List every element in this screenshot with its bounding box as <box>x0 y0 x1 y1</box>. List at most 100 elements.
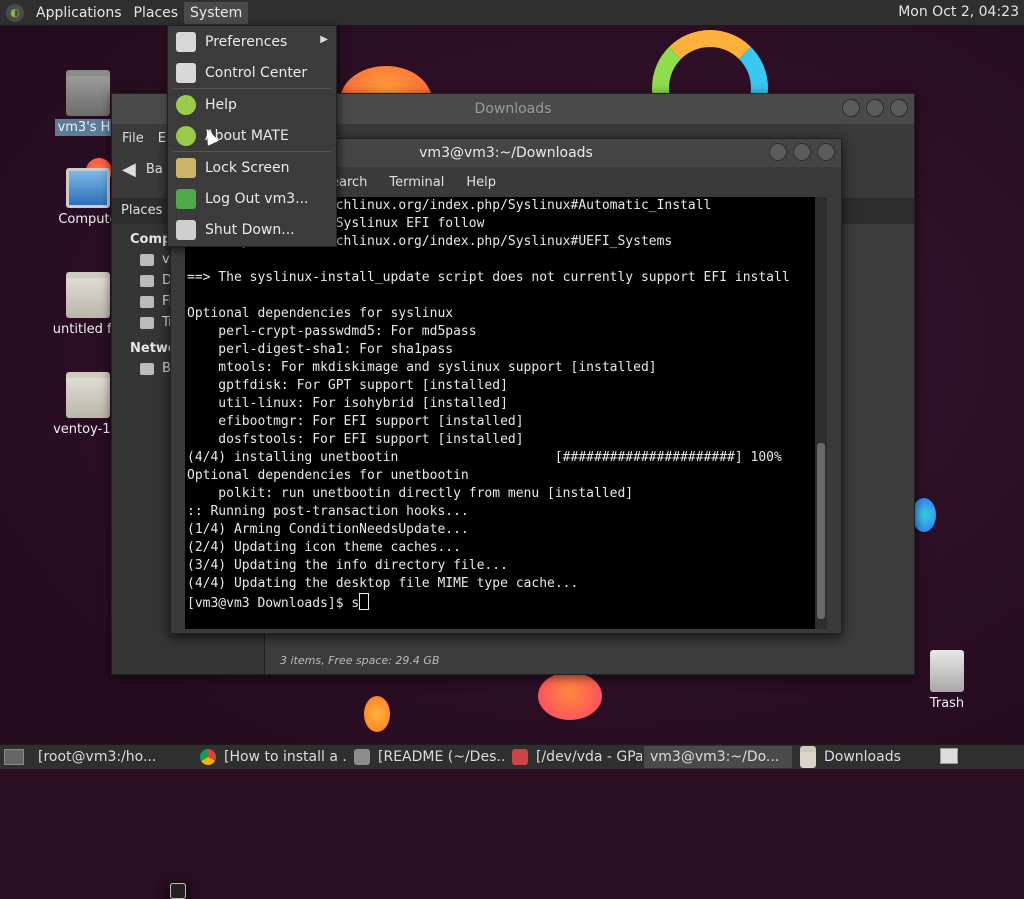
menu-item-about-mate[interactable]: About MATE <box>168 120 336 151</box>
menu-item-label: Control Center <box>205 64 308 81</box>
home-folder-icon <box>66 70 110 116</box>
menu-item-help[interactable]: Help <box>168 89 336 120</box>
chrome-icon <box>200 749 216 765</box>
menu-item-label: Log Out vm3... <box>205 190 309 207</box>
mate-logo-icon[interactable]: ◐ <box>6 3 24 22</box>
network-icon <box>140 362 154 375</box>
terminal-line: Optional dependencies for syslinux <box>187 306 454 321</box>
taskbar-item-label: vm3@vm3:~/Do... <box>650 749 780 765</box>
shutdown-icon <box>176 219 196 240</box>
workspace-switcher[interactable] <box>940 748 958 764</box>
terminal-line: dosfstools: For EFI support [installed] <box>218 432 524 447</box>
wallpaper-small-orange-blob <box>364 696 390 732</box>
menu-item-lock-screen[interactable]: Lock Screen <box>168 152 336 183</box>
bottom-panel: [root@vm3:/ho... [How to install a ... [… <box>0 744 1024 899</box>
back-button-label[interactable]: Ba <box>146 162 163 177</box>
taskbar-item-label: [root@vm3:/ho... <box>38 749 157 765</box>
terminal-prompt: [vm3@vm3 Downloads]$ s <box>187 596 360 611</box>
wallpaper-blue-blob <box>912 498 936 532</box>
menu-item-control-center[interactable]: Control Center <box>168 57 336 88</box>
filesystem-icon <box>140 295 154 308</box>
terminal-line: Optional dependencies for unetbootin <box>187 468 469 483</box>
terminal-line: efibootmgr: For EFI support [installed] <box>218 414 524 429</box>
taskbar-item-terminal-downloads[interactable]: vm3@vm3:~/Do... <box>170 746 792 899</box>
menu-item-label: Help <box>205 96 237 113</box>
taskbar-item-gparted[interactable]: [/dev/vda - GPar... <box>506 746 642 768</box>
menu-help[interactable]: Help <box>466 175 496 190</box>
taskbar-item-label: [/dev/vda - GPar... <box>536 749 642 765</box>
desktop-icon <box>140 274 154 287</box>
taskbar-item-downloads[interactable]: Downloads <box>794 746 916 768</box>
terminal-line: perl-crypt-passwdmd5: For md5pass <box>218 324 477 339</box>
clock[interactable]: Mon Oct 2, 04:23 <box>898 4 1019 20</box>
terminal-line: (2/4) Updating icon theme caches... <box>187 540 461 555</box>
taskbar-item-readme[interactable]: [README (~/Des... <box>348 746 504 768</box>
close-button[interactable] <box>817 143 835 161</box>
terminal-line: :: Running post-transaction hooks... <box>187 504 469 519</box>
help-icon <box>176 94 196 115</box>
folder-icon <box>66 272 110 318</box>
terminal-line: perl-digest-sha1: For sha1pass <box>218 342 454 357</box>
system-dropdown-menu: Preferences ▶ Control Center Help About M… <box>167 25 337 247</box>
scrollbar[interactable] <box>815 197 827 629</box>
terminal-line: (3/4) Updating the info directory file..… <box>187 558 508 573</box>
control-center-icon <box>176 62 196 83</box>
menu-item-shut-down[interactable]: Shut Down... <box>168 214 336 245</box>
terminal-line: ==> The syslinux-install_update script d… <box>187 270 790 285</box>
gparted-icon <box>512 749 528 765</box>
scrollbar-thumb[interactable] <box>817 443 825 619</box>
terminal-line: (1/4) Arming ConditionNeedsUpdate... <box>187 522 469 537</box>
status-bar: 3 items, Free space: 29.4 GB <box>280 654 440 667</box>
desktop-icon-trash[interactable]: Trash <box>902 650 992 711</box>
taskbar-item-label: Downloads <box>824 749 901 765</box>
terminal-line: (4/4) installing unetbootin [###########… <box>187 450 782 465</box>
wallpaper-pink-blob <box>538 672 602 720</box>
about-mate-icon <box>176 125 196 146</box>
applications-menu[interactable]: Applications <box>30 2 128 24</box>
menu-item-label: Lock Screen <box>205 159 290 176</box>
terminal-line: polkit: run unetbootin directly from men… <box>218 486 634 501</box>
terminal-line: gptfdisk: For GPT support [installed] <box>218 378 508 393</box>
maximize-button[interactable] <box>866 99 884 117</box>
desktop-icon-label: Trash <box>929 696 965 711</box>
terminal-cursor <box>359 593 370 610</box>
menu-file[interactable]: File <box>122 131 144 146</box>
menu-item-label: Preferences <box>205 33 288 50</box>
terminal-output[interactable]: https://wiki.archlinux.org/index.php/Sys… <box>185 197 827 629</box>
taskbar-item-chrome[interactable]: [How to install a ... <box>194 746 346 768</box>
folder-icon <box>66 372 110 418</box>
preferences-icon <box>176 31 196 52</box>
menu-item-log-out[interactable]: Log Out vm3... <box>168 183 336 214</box>
menu-item-label: Shut Down... <box>205 221 295 238</box>
show-desktop-button[interactable] <box>4 749 24 765</box>
terminal-line: util-linux: For isohybrid [installed] <box>218 396 508 411</box>
text-editor-icon <box>354 749 370 765</box>
trash-icon <box>930 650 964 692</box>
taskbar-item-root-terminal[interactable]: [root@vm3:/ho... <box>32 746 192 899</box>
back-icon[interactable]: ◀ <box>122 159 136 180</box>
top-panel: ◐ Applications Places System Mon Oct 2, … <box>0 0 1024 26</box>
terminal-text: https://wiki.archlinux.org/index.php/Sys… <box>185 197 827 613</box>
terminal-line: mtools: For mkdiskimage and syslinux sup… <box>218 360 657 375</box>
menu-edit[interactable]: E <box>158 131 166 146</box>
logout-icon <box>176 188 196 209</box>
minimize-button[interactable] <box>769 143 787 161</box>
menu-terminal[interactable]: Terminal <box>389 175 444 190</box>
close-button[interactable] <box>890 99 908 117</box>
menu-item-preferences[interactable]: Preferences ▶ <box>168 26 336 57</box>
maximize-button[interactable] <box>793 143 811 161</box>
trash-icon <box>140 316 154 329</box>
lock-screen-icon <box>176 157 196 178</box>
minimize-button[interactable] <box>842 99 860 117</box>
window-controls <box>769 143 835 161</box>
taskbar-item-label: [README (~/Des... <box>378 749 504 765</box>
terminal-line: (4/4) Updating the desktop file MIME typ… <box>187 576 579 591</box>
computer-icon <box>66 168 110 208</box>
system-menu[interactable]: System <box>184 1 249 24</box>
home-icon <box>140 253 154 266</box>
folder-icon <box>800 746 816 768</box>
window-controls <box>842 99 908 117</box>
taskbar-item-label: [How to install a ... <box>224 749 346 765</box>
submenu-arrow-icon: ▶ <box>320 34 328 45</box>
places-menu[interactable]: Places <box>128 2 185 24</box>
